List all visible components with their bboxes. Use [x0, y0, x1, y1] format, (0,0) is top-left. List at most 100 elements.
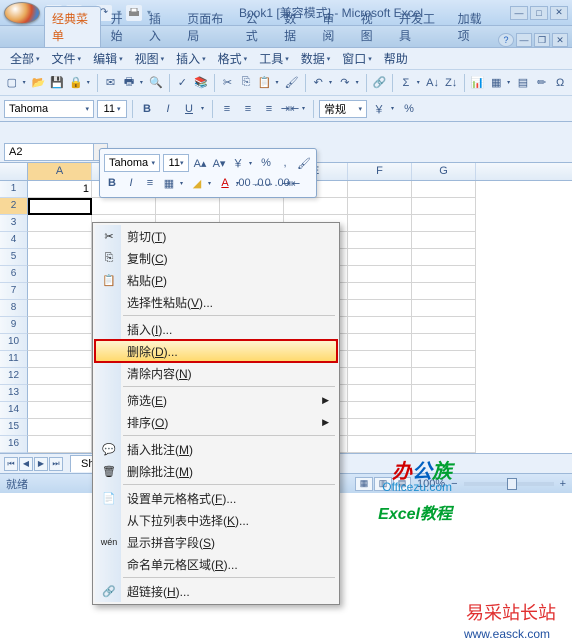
tab-review[interactable]: 审阅 [314, 6, 350, 47]
print-icon[interactable]: 🖶 [121, 74, 137, 92]
tab-page-layout[interactable]: 页面布局 [179, 6, 236, 47]
cell[interactable] [28, 232, 92, 249]
row-header[interactable]: 5 [0, 249, 28, 266]
cell[interactable] [348, 266, 412, 283]
table-icon[interactable]: ▤ [515, 74, 531, 92]
zoom-slider[interactable] [464, 482, 554, 486]
chart-icon[interactable]: 📊 [470, 74, 486, 92]
bold-icon[interactable]: B [104, 175, 120, 191]
cut-icon[interactable]: ✂ [220, 74, 236, 92]
cell[interactable] [412, 402, 476, 419]
col-header[interactable]: F [348, 163, 412, 180]
cell[interactable] [28, 334, 92, 351]
ctx-超链接[interactable]: 🔗超链接(H)... [95, 580, 337, 602]
menu-view[interactable]: 视图▾ [131, 48, 169, 69]
menu-tools[interactable]: 工具▾ [255, 48, 293, 69]
cell[interactable] [412, 385, 476, 402]
cell[interactable] [412, 334, 476, 351]
cell[interactable] [348, 283, 412, 300]
align-left-icon[interactable]: ≡ [218, 100, 236, 118]
cell[interactable] [348, 198, 412, 215]
cell[interactable] [348, 249, 412, 266]
cell[interactable] [348, 351, 412, 368]
sheet-nav-last-icon[interactable]: ⏭ [49, 457, 63, 471]
sum-icon[interactable]: Σ [398, 74, 414, 92]
tab-addins[interactable]: 加载项 [450, 6, 496, 47]
cell[interactable]: 1 [28, 181, 92, 198]
row-header[interactable]: 13 [0, 385, 28, 402]
row-header[interactable]: 10 [0, 334, 28, 351]
cell[interactable] [348, 402, 412, 419]
minimize-button[interactable]: — [510, 6, 528, 20]
fill-color-icon[interactable]: ◢ [189, 175, 205, 191]
cell[interactable] [412, 232, 476, 249]
borders-icon[interactable]: ▦ [161, 175, 177, 191]
cell[interactable] [412, 317, 476, 334]
paste-icon[interactable]: 📋 [257, 74, 273, 92]
cell[interactable] [28, 351, 92, 368]
cell[interactable] [284, 198, 348, 215]
tab-view[interactable]: 视图 [353, 6, 389, 47]
shrink-font-icon[interactable]: A▾ [211, 155, 227, 171]
menu-insert[interactable]: 插入▾ [172, 48, 210, 69]
ctx-命名单元格区域[interactable]: 命名单元格区域(R)... [95, 553, 337, 575]
ctx-删除[interactable]: 删除(D)... [95, 340, 337, 362]
menu-window[interactable]: 窗口▾ [338, 48, 376, 69]
cell[interactable] [28, 283, 92, 300]
tab-insert[interactable]: 插入 [141, 6, 177, 47]
save-icon[interactable]: 💾 [49, 74, 65, 92]
sort-desc-icon[interactable]: Z↓ [443, 74, 459, 92]
symbols-icon[interactable]: Ω [552, 74, 568, 92]
tab-home[interactable]: 开始 [103, 6, 139, 47]
mini-font-name[interactable]: Tahoma▾ [104, 154, 160, 172]
doc-close-button[interactable]: ✕ [552, 33, 568, 47]
row-header[interactable]: 11 [0, 351, 28, 368]
cell[interactable] [28, 419, 92, 436]
ctx-筛选[interactable]: 筛选(E)▶ [95, 389, 337, 411]
new-icon[interactable]: ▢ [4, 74, 20, 92]
currency-icon[interactable]: ￥ [370, 100, 388, 118]
row-header[interactable]: 4 [0, 232, 28, 249]
cell[interactable] [348, 232, 412, 249]
cell[interactable] [28, 300, 92, 317]
cell[interactable] [412, 198, 476, 215]
doc-minimize-button[interactable]: — [516, 33, 532, 47]
ctx-选择性粘贴[interactable]: 选择性粘贴(V)... [95, 291, 337, 313]
spell-icon[interactable]: ✓ [175, 74, 191, 92]
row-header[interactable]: 15 [0, 419, 28, 436]
mail-icon[interactable]: ✉ [103, 74, 119, 92]
cell[interactable] [412, 368, 476, 385]
office-button[interactable] [4, 2, 40, 24]
font-name-select[interactable]: Tahoma▾ [4, 100, 94, 118]
close-button[interactable]: ✕ [550, 6, 568, 20]
align-center-icon[interactable]: ≡ [239, 100, 257, 118]
cell[interactable] [28, 368, 92, 385]
ctx-从下拉列表中选择[interactable]: 从下拉列表中选择(K)... [95, 509, 337, 531]
italic-icon[interactable]: I [159, 100, 177, 118]
comma-icon[interactable]: , [277, 155, 293, 171]
sheet-nav-first-icon[interactable]: ⏮ [4, 457, 18, 471]
sheet-nav-next-icon[interactable]: ▶ [34, 457, 48, 471]
cell[interactable] [412, 419, 476, 436]
merge-icon[interactable]: ⇥⇤ [283, 175, 299, 191]
ctx-显示拼音字段[interactable]: wén显示拼音字段(S) [95, 531, 337, 553]
zoom-out-icon[interactable]: − [451, 478, 457, 490]
cell[interactable] [412, 181, 476, 198]
pivot-icon[interactable]: ▦ [489, 74, 505, 92]
cell[interactable] [348, 385, 412, 402]
cell[interactable] [348, 300, 412, 317]
ctx-复制[interactable]: ⎘复制(C) [95, 247, 337, 269]
cell[interactable] [412, 351, 476, 368]
help-button[interactable]: ? [498, 33, 514, 47]
cell[interactable] [412, 283, 476, 300]
menu-edit[interactable]: 编辑▾ [89, 48, 127, 69]
format-painter-icon[interactable]: 🖌 [296, 155, 312, 171]
tab-data[interactable]: 数据 [276, 6, 312, 47]
merge-icon[interactable]: ⇥⇤ [281, 100, 299, 118]
cell[interactable] [92, 198, 156, 215]
menu-file[interactable]: 文件▾ [48, 48, 86, 69]
open-icon[interactable]: 📂 [31, 74, 47, 92]
number-format-select[interactable]: 常规▾ [319, 100, 367, 118]
row-header[interactable]: 2 [0, 198, 28, 215]
underline-icon[interactable]: U [180, 100, 198, 118]
